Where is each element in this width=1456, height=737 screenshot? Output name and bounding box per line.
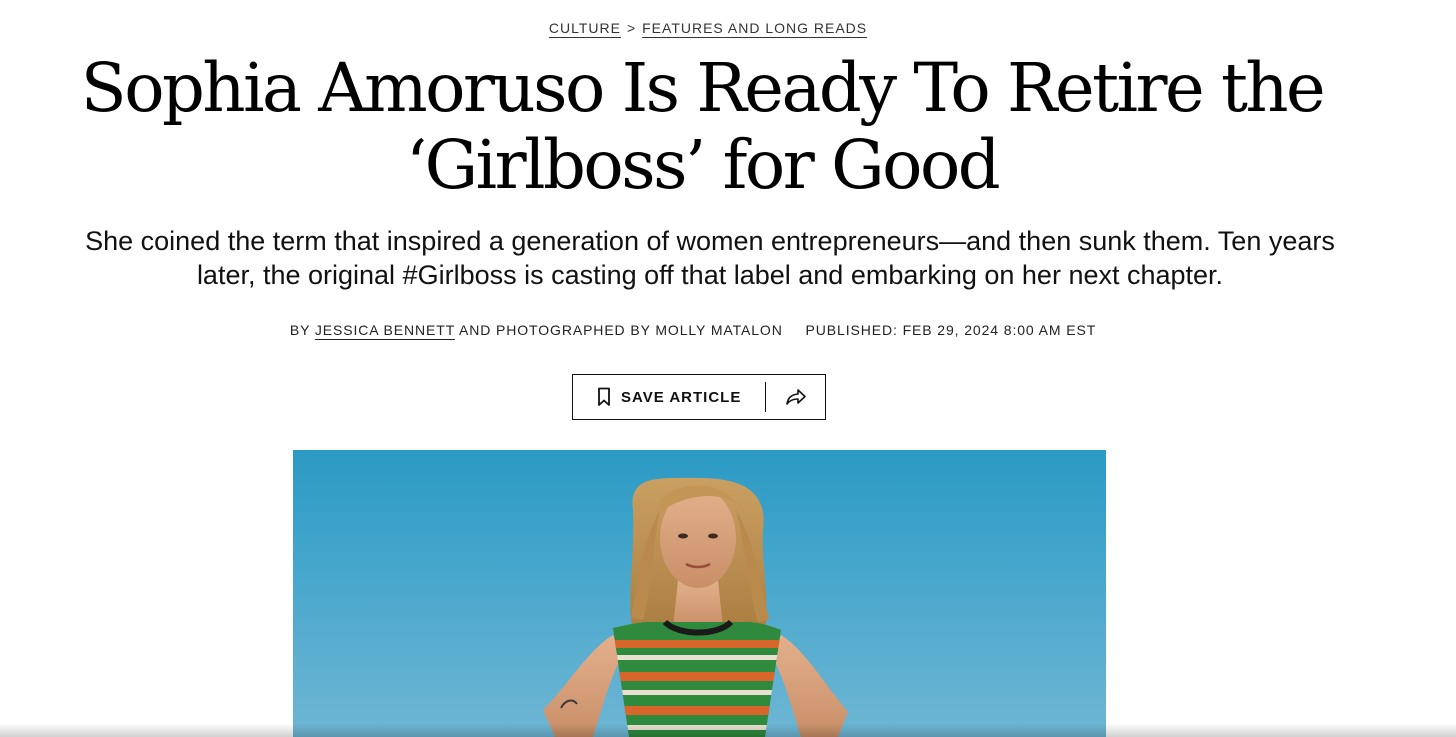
share-icon — [785, 389, 806, 405]
share-button[interactable] — [766, 375, 825, 419]
breadcrumb-separator: > — [626, 20, 637, 36]
byline-prefix: BY — [289, 322, 311, 338]
hero-image — [293, 450, 1106, 737]
published-date: PUBLISHED: FEB 29, 2024 8:00 AM EST — [805, 322, 1097, 338]
bottom-shadow — [0, 723, 1456, 737]
breadcrumb-link-features[interactable]: FEATURES AND LONG READS — [642, 20, 867, 36]
breadcrumb: CULTURE > FEATURES AND LONG READS — [0, 20, 1416, 36]
bookmark-icon — [598, 387, 610, 406]
photo-credit: AND PHOTOGRAPHED BY MOLLY MATALON — [458, 322, 783, 338]
save-article-label: SAVE ARTICLE — [621, 388, 742, 406]
article-headline: Sophia Amoruso Is Ready To Retire the ‘G… — [60, 50, 1344, 204]
article-action-bar: SAVE ARTICLE — [572, 374, 826, 420]
hero-photo-woman-striped-top — [543, 477, 848, 737]
headline-line-2: ‘Girlboss’ for Good — [405, 126, 1001, 204]
article-page: CULTURE > FEATURES AND LONG READS Sophia A… — [0, 0, 1456, 737]
byline: BY JESSICA BENNETT AND PHOTOGRAPHED BY M… — [0, 322, 1386, 338]
headline-line-1: Sophia Amoruso Is Ready To Retire the — [80, 49, 1326, 127]
breadcrumb-link-culture[interactable]: CULTURE — [549, 20, 621, 36]
article-dek: She coined the term that inspired a gene… — [85, 226, 1335, 290]
author-link[interactable]: JESSICA BENNETT — [315, 322, 455, 338]
save-article-button[interactable]: SAVE ARTICLE — [573, 375, 765, 419]
